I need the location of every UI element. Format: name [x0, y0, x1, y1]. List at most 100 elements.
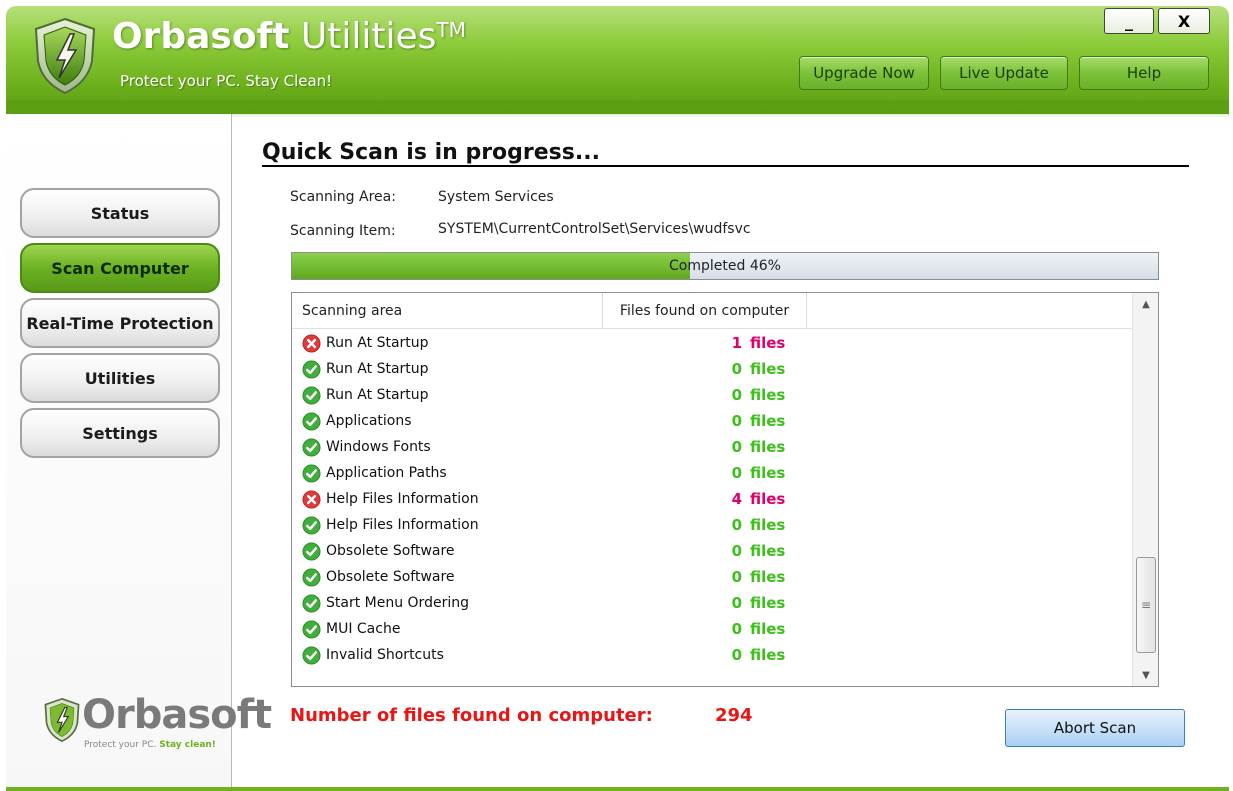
grip-icon: ≡: [1140, 598, 1152, 612]
total-files-label: Number of files found on computer:: [290, 705, 653, 726]
list-item-name: Applications: [326, 413, 412, 429]
list-item-count: 0: [731, 360, 742, 378]
list-item-name: Help Files Information: [326, 517, 479, 533]
live-update-button[interactable]: Live Update: [940, 56, 1068, 90]
sidebar-logo-tagline-plain: Protect your PC.: [84, 740, 160, 750]
list-item-unit: files: [750, 568, 786, 586]
list-item[interactable]: Help Files Information 0 files: [292, 513, 1132, 539]
sidebar-logo-tagline-green: Stay clean!: [159, 740, 216, 750]
list-item-unit: files: [750, 516, 786, 534]
list-item-unit: files: [750, 464, 786, 482]
list-item[interactable]: Windows Fonts 0 files: [292, 435, 1132, 461]
list-item-count: 0: [731, 568, 742, 586]
list-item-count: 0: [731, 620, 742, 638]
title-divider: [262, 165, 1189, 167]
check-icon: [302, 438, 321, 457]
list-item-unit: files: [750, 620, 786, 638]
sidebar-logo-tagline: Protect your PC. Stay clean!: [84, 740, 216, 750]
list-item-unit: files: [750, 490, 786, 508]
list-item-count: 0: [731, 646, 742, 664]
footer-border: [6, 787, 1229, 791]
scanning-area-label: Scanning Area:: [290, 189, 396, 205]
list-item[interactable]: Help Files Information 4 files: [292, 487, 1132, 513]
list-item-count: 0: [731, 412, 742, 430]
scroll-up-arrow-icon[interactable]: ▲: [1133, 293, 1158, 315]
list-item-name: Help Files Information: [326, 491, 479, 507]
scanning-area-value: System Services: [438, 189, 554, 205]
check-icon: [302, 568, 321, 587]
sidebar: Status Scan Computer Real-Time Protectio…: [6, 114, 272, 791]
sidebar-item-label: Real-Time Protection: [26, 313, 214, 333]
list-item-name: Invalid Shortcuts: [326, 647, 444, 663]
upgrade-now-button[interactable]: Upgrade Now: [799, 56, 929, 90]
abort-scan-button[interactable]: Abort Scan: [1005, 709, 1185, 747]
progress-text: Completed 46%: [669, 258, 781, 274]
list-item[interactable]: Run At Startup 1 files: [292, 331, 1132, 357]
list-item-count: 0: [731, 438, 742, 456]
column-header-scanning-area[interactable]: Scanning area: [302, 293, 602, 329]
list-item-count: 1: [731, 334, 742, 352]
list-item-count: 0: [731, 464, 742, 482]
minimize-icon: _: [1125, 11, 1133, 31]
scanning-item-value: SYSTEM\CurrentControlSet\Services\wudfsv…: [438, 221, 751, 237]
scan-progress-bar: Completed 46%: [291, 252, 1159, 280]
app-tagline: Protect your PC. Stay Clean!: [120, 72, 333, 90]
sidebar-item-label: Scan Computer: [51, 258, 189, 278]
list-item-count: 0: [731, 542, 742, 560]
close-button[interactable]: X: [1158, 8, 1210, 34]
trademark-mark: TM: [436, 18, 466, 42]
sidebar-item-settings[interactable]: Settings: [20, 408, 220, 458]
scanning-item-label: Scanning Item:: [290, 223, 396, 239]
list-item-count: 0: [731, 516, 742, 534]
total-files-value: 294: [715, 705, 753, 726]
help-button[interactable]: Help: [1079, 56, 1209, 90]
list-item[interactable]: Run At Startup 0 files: [292, 383, 1132, 409]
list-item[interactable]: Run At Startup 0 files: [292, 357, 1132, 383]
check-icon: [302, 620, 321, 639]
check-icon: [302, 360, 321, 379]
app-title-bold: Orbasoft: [112, 16, 290, 57]
list-item[interactable]: Applications 0 files: [292, 409, 1132, 435]
list-item[interactable]: MUI Cache 0 files: [292, 617, 1132, 643]
list-item-unit: files: [750, 594, 786, 612]
check-icon: [302, 594, 321, 613]
list-item-name: Start Menu Ordering: [326, 595, 469, 611]
sidebar-item-label: Status: [90, 203, 150, 223]
list-item-unit: files: [750, 386, 786, 404]
vertical-scrollbar[interactable]: ▲ ≡ ▼: [1132, 293, 1158, 686]
list-item[interactable]: Application Paths 0 files: [292, 461, 1132, 487]
list-item-name: Run At Startup: [326, 361, 429, 377]
check-icon: [302, 386, 321, 405]
minimize-button[interactable]: _: [1104, 8, 1154, 34]
list-item-count: 0: [731, 386, 742, 404]
list-item-unit: files: [750, 412, 786, 430]
list-item-name: Run At Startup: [326, 335, 429, 351]
list-item-count: 4: [731, 490, 742, 508]
list-item-unit: files: [750, 334, 786, 352]
list-item-count: 0: [731, 594, 742, 612]
sidebar-item-real-time-protection[interactable]: Real-Time Protection: [20, 298, 220, 348]
scan-results-list[interactable]: Scanning area Files found on computer Ru…: [291, 292, 1159, 687]
app-window: Orbasoft UtilitiesTM Protect your PC. St…: [0, 0, 1233, 791]
check-icon: [302, 516, 321, 535]
check-icon: [302, 464, 321, 483]
list-rows: Run At Startup 1 files Run At Startup 0 files…: [292, 331, 1132, 669]
list-item[interactable]: Start Menu Ordering 0 files: [292, 591, 1132, 617]
column-header-files-found[interactable]: Files found on computer: [602, 293, 807, 329]
sidebar-item-status[interactable]: Status: [20, 188, 220, 238]
list-item-name: Run At Startup: [326, 387, 429, 403]
list-item-name: Application Paths: [326, 465, 447, 481]
list-item[interactable]: Obsolete Software 0 files: [292, 539, 1132, 565]
app-title: Orbasoft UtilitiesTM: [112, 16, 466, 57]
list-header: Scanning area Files found on computer: [292, 293, 1132, 329]
list-item-name: Obsolete Software: [326, 543, 455, 559]
scroll-down-arrow-icon[interactable]: ▼: [1133, 664, 1158, 686]
check-icon: [302, 542, 321, 561]
list-item-unit: files: [750, 646, 786, 664]
sidebar-item-utilities[interactable]: Utilities: [20, 353, 220, 403]
scrollbar-thumb[interactable]: ≡: [1136, 557, 1156, 653]
list-item[interactable]: Invalid Shortcuts 0 files: [292, 643, 1132, 669]
sidebar-item-scan-computer[interactable]: Scan Computer: [20, 243, 220, 293]
list-item-unit: files: [750, 542, 786, 560]
list-item[interactable]: Obsolete Software 0 files: [292, 565, 1132, 591]
